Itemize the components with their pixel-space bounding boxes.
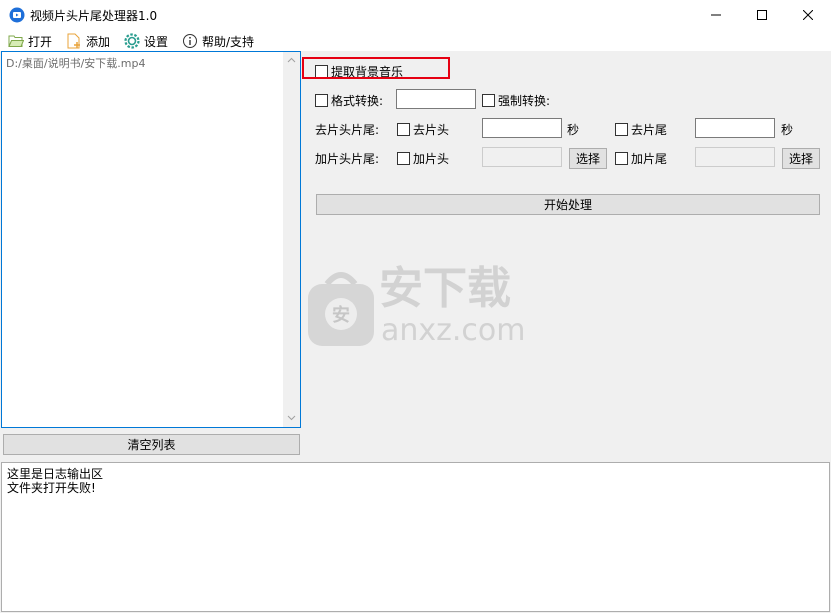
format-convert-checkbox[interactable]: 格式转换:	[315, 92, 383, 108]
seconds-label: 秒	[567, 122, 580, 137]
shield-logo-icon: 安	[308, 272, 374, 346]
menu-open-label: 打开	[28, 34, 53, 49]
select-tail-button[interactable]: 选择	[782, 148, 820, 169]
vertical-scrollbar[interactable]	[283, 52, 300, 427]
seconds-label: 秒	[781, 122, 794, 137]
format-convert-label: 格式转换:	[331, 93, 384, 108]
menu-settings[interactable]: 设置	[124, 32, 168, 50]
select-head-button[interactable]: 选择	[569, 148, 607, 169]
minimize-button[interactable]	[693, 0, 739, 30]
menu-bar: 打开 添加 设置 帮助/支持	[0, 30, 831, 51]
gear-icon	[124, 33, 140, 49]
minimize-icon	[711, 14, 721, 16]
add-head-checkbox[interactable]: 加片头	[397, 150, 449, 166]
checkbox-box	[482, 93, 495, 107]
add-tail-path-input[interactable]	[695, 147, 775, 167]
trim-tail-label: 去片尾	[631, 122, 668, 137]
trim-tail-checkbox[interactable]: 去片尾	[615, 121, 667, 137]
title-bar: 视频片头片尾处理器1.0	[0, 0, 831, 30]
checkbox-box	[315, 93, 328, 107]
add-label: 加片头片尾:	[315, 151, 380, 166]
menu-help-label: 帮助/支持	[202, 34, 255, 49]
maximize-button[interactable]	[739, 0, 785, 30]
menu-settings-label: 设置	[144, 34, 169, 49]
menu-add-label: 添加	[86, 34, 111, 49]
trim-tail-seconds-input[interactable]	[695, 118, 775, 138]
force-convert-label: 强制转换:	[498, 93, 551, 108]
window-title: 视频片头片尾处理器1.0	[30, 9, 158, 23]
highlight-box	[302, 57, 450, 79]
close-button[interactable]	[785, 0, 831, 30]
app-icon	[9, 7, 25, 23]
file-list[interactable]: D:/桌面/说明书/安下载.mp4	[1, 51, 301, 428]
watermark-url: anxz.com	[381, 313, 526, 348]
checkbox-box	[615, 151, 628, 165]
add-tail-checkbox[interactable]: 加片尾	[615, 150, 667, 166]
trim-head-label: 去片头	[413, 122, 450, 137]
info-icon	[183, 34, 197, 48]
checkbox-box	[397, 122, 410, 136]
scroll-down-icon	[287, 415, 296, 421]
add-head-label: 加片头	[413, 151, 450, 166]
add-head-path-input[interactable]	[482, 147, 562, 167]
menu-open[interactable]: 打开	[8, 32, 52, 50]
trim-label: 去片头片尾:	[315, 122, 380, 137]
add-tail-label: 加片尾	[631, 151, 668, 166]
menu-add[interactable]: 添加	[66, 32, 110, 50]
list-item[interactable]: D:/桌面/说明书/安下载.mp4	[6, 55, 146, 71]
close-icon	[803, 10, 813, 20]
trim-head-seconds-input[interactable]	[482, 118, 562, 138]
folder-open-icon	[8, 35, 24, 47]
watermark: 安 安下载 anxz.com	[305, 262, 526, 350]
add-file-icon	[67, 33, 80, 49]
menu-help[interactable]: 帮助/支持	[182, 32, 254, 50]
format-input[interactable]	[396, 89, 476, 109]
checkbox-box	[397, 151, 410, 165]
trim-head-checkbox[interactable]: 去片头	[397, 121, 449, 137]
scroll-up-icon	[287, 57, 296, 63]
maximize-icon	[757, 10, 767, 20]
start-processing-button[interactable]: 开始处理	[316, 194, 820, 215]
checkbox-box	[615, 122, 628, 136]
clear-list-button[interactable]: 清空列表	[3, 434, 300, 455]
svg-text:安: 安	[332, 304, 350, 326]
force-convert-checkbox[interactable]: 强制转换:	[482, 92, 550, 108]
log-line: 文件夹打开失败!	[7, 481, 96, 495]
log-output[interactable]: 这里是日志输出区 文件夹打开失败!	[1, 462, 830, 612]
watermark-text: 安下载	[379, 263, 511, 314]
